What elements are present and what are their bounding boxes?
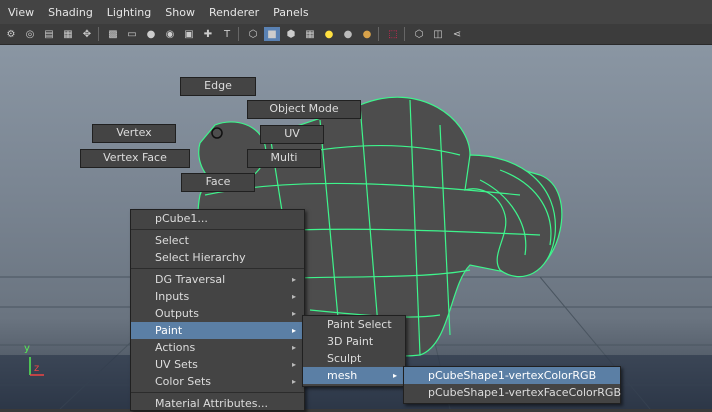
panel-toolbar: ⚙ ◎ ▤ ▦ ✥ ▩ ▭ ● ◉ ▣ ✚ T ⬡ ■ ⬢ ▦ ● ● ● ⬚ … <box>0 24 712 45</box>
marking-menu-vertex-face[interactable]: Vertex Face <box>80 149 190 168</box>
safe-title-icon[interactable]: T <box>219 27 235 41</box>
menu-item-outputs[interactable]: Outputs ▸ <box>131 305 304 322</box>
menu-item-mesh[interactable]: mesh ▸ <box>303 367 405 384</box>
marking-menu-edge[interactable]: Edge <box>180 77 256 96</box>
menu-item-paint[interactable]: Paint ▸ <box>131 322 304 339</box>
safe-action-icon[interactable]: ✚ <box>200 27 216 41</box>
menu-item-vertex-face-color-rgb[interactable]: pCubeShape1-vertexFaceColorRGB <box>404 384 621 401</box>
divider <box>98 27 99 41</box>
menu-lighting[interactable]: Lighting <box>107 6 151 19</box>
paint-submenu: Paint Select 3D Paint Sculpt mesh ▸ <box>302 315 406 387</box>
context-menu-header[interactable]: pCube1... <box>131 210 304 227</box>
menu-item-material-attributes[interactable]: Material Attributes... <box>131 395 304 412</box>
menu-item-label: Select <box>155 234 189 247</box>
use-all-lights-icon[interactable]: ● <box>321 27 337 41</box>
menu-renderer[interactable]: Renderer <box>209 6 259 19</box>
menu-panels[interactable]: Panels <box>273 6 308 19</box>
menu-item-label: Inputs <box>155 290 190 303</box>
menu-item-label: mesh <box>327 369 358 382</box>
menu-item-vertex-color-rgb[interactable]: pCubeShape1-vertexColorRGB <box>404 367 620 384</box>
menu-item-label: Color Sets <box>155 375 212 388</box>
ambient-occlusion-icon[interactable]: ● <box>359 27 375 41</box>
marking-menu-vertex[interactable]: Vertex <box>92 124 176 143</box>
divider <box>131 392 304 393</box>
marking-menu-object-mode[interactable]: Object Mode <box>247 100 361 119</box>
smooth-shade-icon[interactable]: ■ <box>264 27 280 41</box>
gate-mask-icon[interactable]: ◉ <box>162 27 178 41</box>
menu-item-label: Paint <box>155 324 183 337</box>
submenu-arrow-icon: ▸ <box>291 360 296 369</box>
two-d-pan-icon[interactable]: ✥ <box>79 27 95 41</box>
menu-view[interactable]: View <box>8 6 34 19</box>
isolate-select-icon[interactable]: ⬚ <box>385 27 401 41</box>
submenu-arrow-icon: ▸ <box>291 377 296 386</box>
textured-icon[interactable]: ▦ <box>302 27 318 41</box>
camera-attributes-icon[interactable]: ◎ <box>22 27 38 41</box>
bookmarks-icon[interactable]: ▤ <box>41 27 57 41</box>
submenu-arrow-icon: ▸ <box>291 326 296 335</box>
menu-item-select-hierarchy[interactable]: Select Hierarchy <box>131 249 304 266</box>
resolution-gate-icon[interactable]: ● <box>143 27 159 41</box>
x-ray-joints-icon[interactable]: ◫ <box>430 27 446 41</box>
menu-item-inputs[interactable]: Inputs ▸ <box>131 288 304 305</box>
divider <box>131 229 304 230</box>
marking-menu-multi[interactable]: Multi <box>247 149 321 168</box>
wireframe-on-shaded-icon[interactable]: ⬢ <box>283 27 299 41</box>
axis-y-label: y <box>24 343 30 354</box>
divider <box>238 27 239 41</box>
image-plane-icon[interactable]: ▦ <box>60 27 76 41</box>
select-camera-icon[interactable]: ⚙ <box>3 27 19 41</box>
wireframe-icon[interactable]: ⬡ <box>245 27 261 41</box>
panel-menubar: View Shading Lighting Show Renderer Pane… <box>0 0 712 24</box>
menu-item-label: Outputs <box>155 307 199 320</box>
menu-item-sculpt[interactable]: Sculpt <box>303 350 405 367</box>
menu-item-label: DG Traversal <box>155 273 226 286</box>
menu-item-label: Actions <box>155 341 196 354</box>
grid-icon[interactable]: ▩ <box>105 27 121 41</box>
mesh-submenu: pCubeShape1-vertexColorRGB pCubeShape1-v… <box>403 366 621 404</box>
marking-menu-uv[interactable]: UV <box>260 125 324 144</box>
menu-item-label: UV Sets <box>155 358 198 371</box>
menu-item-color-sets[interactable]: Color Sets ▸ <box>131 373 304 390</box>
axis-z-label: z <box>34 363 40 374</box>
context-menu: pCube1... Select Select Hierarchy DG Tra… <box>130 209 305 411</box>
menu-item-3d-paint[interactable]: 3D Paint <box>303 333 405 350</box>
submenu-arrow-icon: ▸ <box>392 371 397 380</box>
share-icon[interactable]: ⋖ <box>449 27 465 41</box>
divider <box>378 27 379 41</box>
submenu-arrow-icon: ▸ <box>291 309 296 318</box>
menu-item-label: Material Attributes... <box>155 397 268 410</box>
film-gate-icon[interactable]: ▭ <box>124 27 140 41</box>
shadows-icon[interactable]: ● <box>340 27 356 41</box>
menu-item-dg-traversal[interactable]: DG Traversal ▸ <box>131 271 304 288</box>
menu-item-select[interactable]: Select <box>131 232 304 249</box>
menu-shading[interactable]: Shading <box>48 6 93 19</box>
field-chart-icon[interactable]: ▣ <box>181 27 197 41</box>
menu-item-actions[interactable]: Actions ▸ <box>131 339 304 356</box>
menu-item-paint-select[interactable]: Paint Select <box>303 316 405 333</box>
submenu-arrow-icon: ▸ <box>291 275 296 284</box>
divider <box>404 27 405 41</box>
submenu-arrow-icon: ▸ <box>291 343 296 352</box>
divider <box>131 268 304 269</box>
submenu-arrow-icon: ▸ <box>291 292 296 301</box>
menu-show[interactable]: Show <box>165 6 195 19</box>
menu-item-label: Select Hierarchy <box>155 251 246 264</box>
marking-menu-face[interactable]: Face <box>181 173 255 192</box>
x-ray-icon[interactable]: ⬡ <box>411 27 427 41</box>
menu-item-uv-sets[interactable]: UV Sets ▸ <box>131 356 304 373</box>
